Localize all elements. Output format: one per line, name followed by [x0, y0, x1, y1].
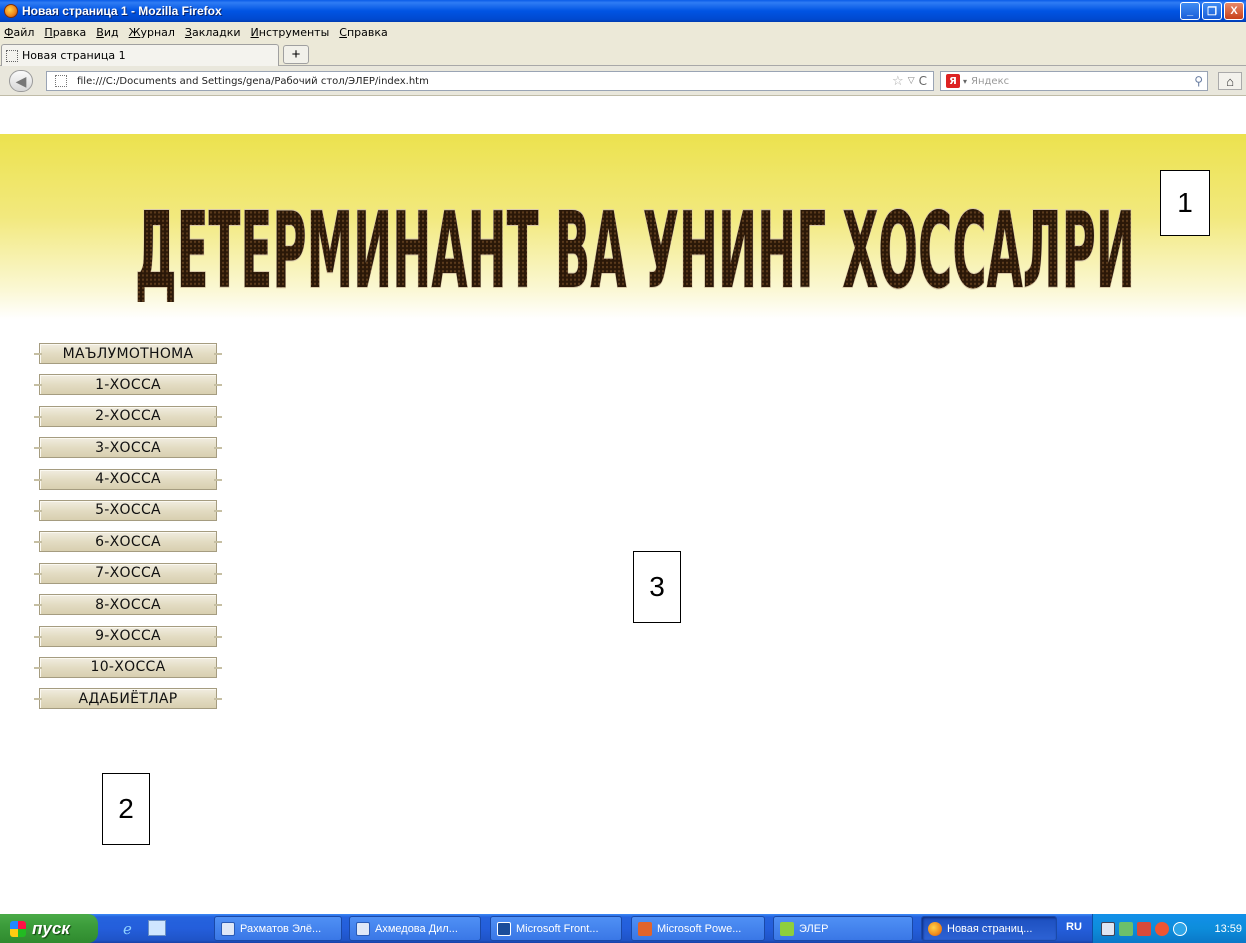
search-magnifier-icon[interactable]: ⚲ [1194, 74, 1203, 88]
new-tab-button[interactable]: + [283, 45, 309, 64]
url-text[interactable]: file:///C:/Documents and Settings/gena/Р… [77, 76, 892, 87]
yandex-engine-icon[interactable]: Я [946, 74, 960, 88]
start-button[interactable]: пуск [0, 914, 98, 943]
menu-button-property-9[interactable]: 9-ХОССА [34, 625, 222, 647]
taskbar-button-powerpoint[interactable]: Microsoft Powe... [631, 916, 765, 941]
menu-button-property-5[interactable]: 5-ХОССА [34, 499, 222, 521]
menu-file[interactable]: Файл [4, 26, 34, 39]
taskbar-button-firefox[interactable]: Новая страниц... [921, 916, 1057, 941]
update-icon[interactable] [1173, 921, 1187, 936]
menu-bookmarks[interactable]: Закладки [185, 26, 241, 39]
language-indicator[interactable]: RU [1066, 921, 1082, 933]
menu-button-property-7[interactable]: 7-ХОССА [34, 562, 222, 584]
start-label: пуск [32, 918, 70, 938]
word-document-icon [221, 921, 235, 936]
save-icon[interactable] [1101, 921, 1115, 936]
internet-explorer-icon[interactable]: ℯ [123, 920, 141, 938]
powerpoint-icon [638, 921, 652, 936]
window-title: Новая страница 1 - Mozilla Firefox [22, 4, 222, 18]
site-identity-icon[interactable] [55, 75, 67, 87]
firefox-icon [928, 921, 942, 936]
tab-title: Новая страница 1 [22, 49, 126, 62]
frontpage-icon [497, 921, 511, 936]
home-icon: ⌂ [1226, 73, 1234, 89]
tab-bar: Новая страница 1 + [0, 42, 1246, 66]
windows-flag-icon [10, 920, 26, 937]
minimize-button[interactable]: _ [1180, 2, 1200, 20]
annotation-box-2: 2 [102, 773, 150, 845]
menu-button-property-8[interactable]: 8-ХОССА [34, 594, 222, 616]
restore-button[interactable]: ❐ [1202, 2, 1222, 20]
menu-history[interactable]: Журнал [129, 26, 175, 39]
close-button[interactable]: X [1224, 2, 1244, 20]
menu-bar: Файл Правка Вид Журнал Закладки Инструме… [0, 22, 1246, 42]
menu-button-property-4[interactable]: 4-ХОССА [34, 468, 222, 490]
search-placeholder[interactable]: Яндекс [971, 76, 1194, 87]
bookmark-star-icon[interactable]: ☆ [892, 74, 904, 89]
menu-button-property-10[interactable]: 10-ХОССА [34, 656, 222, 678]
taskbar-button-word-2[interactable]: Ахмедова Дил... [349, 916, 481, 941]
menu-button-literature[interactable]: АДАБИЁТЛАР [34, 688, 222, 710]
menu-button-property-1[interactable]: 1-ХОССА [34, 374, 222, 396]
taskbar-button-word-1[interactable]: Рахматов Элё... [214, 916, 342, 941]
menu-tools[interactable]: Инструменты [251, 26, 330, 39]
page-icon [6, 49, 18, 62]
antivirus-icon[interactable] [1155, 921, 1169, 936]
menu-edit[interactable]: Правка [44, 26, 86, 39]
annotation-box-1: 1 [1160, 170, 1210, 236]
security-icon[interactable] [1137, 921, 1151, 936]
menu-button-reference[interactable]: МАЪЛУМОТНОМА [34, 343, 222, 364]
banner-title-wordart: ДЕТЕРМИНАНТ ВА УНИНГ ХОССАЛРИ [130, 182, 1140, 314]
home-button[interactable]: ⌂ [1218, 72, 1242, 90]
windows-taskbar: пуск ℯ Рахматов Элё... Ахмедова Дил... M… [0, 914, 1246, 943]
tab-active[interactable]: Новая страница 1 [1, 44, 279, 66]
network-icon[interactable] [1119, 921, 1133, 936]
annotation-box-3: 3 [633, 551, 681, 623]
address-bar[interactable]: file:///C:/Documents and Settings/gena/Р… [46, 71, 934, 91]
show-desktop-icon[interactable] [148, 920, 166, 936]
banner-title-text: ДЕТЕРМИНАНТ ВА УНИНГ ХОССАЛРИ [135, 191, 1135, 302]
menu-button-property-6[interactable]: 6-ХОССА [34, 531, 222, 553]
folder-icon [780, 921, 794, 936]
menu-button-property-2[interactable]: 2-ХОССА [34, 405, 222, 427]
system-tray: 13:59 [1092, 914, 1246, 943]
back-button[interactable]: ◀ [9, 70, 33, 92]
title-banner: ДЕТЕРМИНАНТ ВА УНИНГ ХОССАЛРИ [0, 134, 1246, 319]
navigation-bar: ◀ file:///C:/Documents and Settings/gena… [0, 66, 1246, 96]
page-content: ДЕТЕРМИНАНТ ВА УНИНГ ХОССАЛРИ 1 МАЪЛУМОТ… [0, 97, 1246, 914]
back-arrow-icon: ◀ [15, 72, 27, 89]
history-dropdown-icon[interactable]: ▽ [908, 76, 915, 86]
reload-icon[interactable]: C [919, 74, 927, 88]
menu-button-property-3[interactable]: 3-ХОССА [34, 437, 222, 459]
taskbar-button-folder[interactable]: ЭЛЕР [773, 916, 913, 941]
taskbar-button-frontpage[interactable]: Microsoft Front... [490, 916, 622, 941]
menu-view[interactable]: Вид [96, 26, 118, 39]
window-title-bar[interactable]: Новая страница 1 - Mozilla Firefox _ ❐ X [0, 0, 1246, 22]
word-document-icon [356, 921, 370, 936]
menu-help[interactable]: Справка [339, 26, 387, 39]
side-menu: МАЪЛУМОТНОМА 1-ХОССА 2-ХОССА 3-ХОССА 4-Х… [34, 343, 222, 720]
clock[interactable]: 13:59 [1214, 923, 1242, 935]
firefox-icon [4, 4, 18, 18]
engine-dropdown-icon[interactable]: ▾ [963, 77, 967, 86]
search-bar[interactable]: Я ▾ Яндекс ⚲ [940, 71, 1208, 91]
